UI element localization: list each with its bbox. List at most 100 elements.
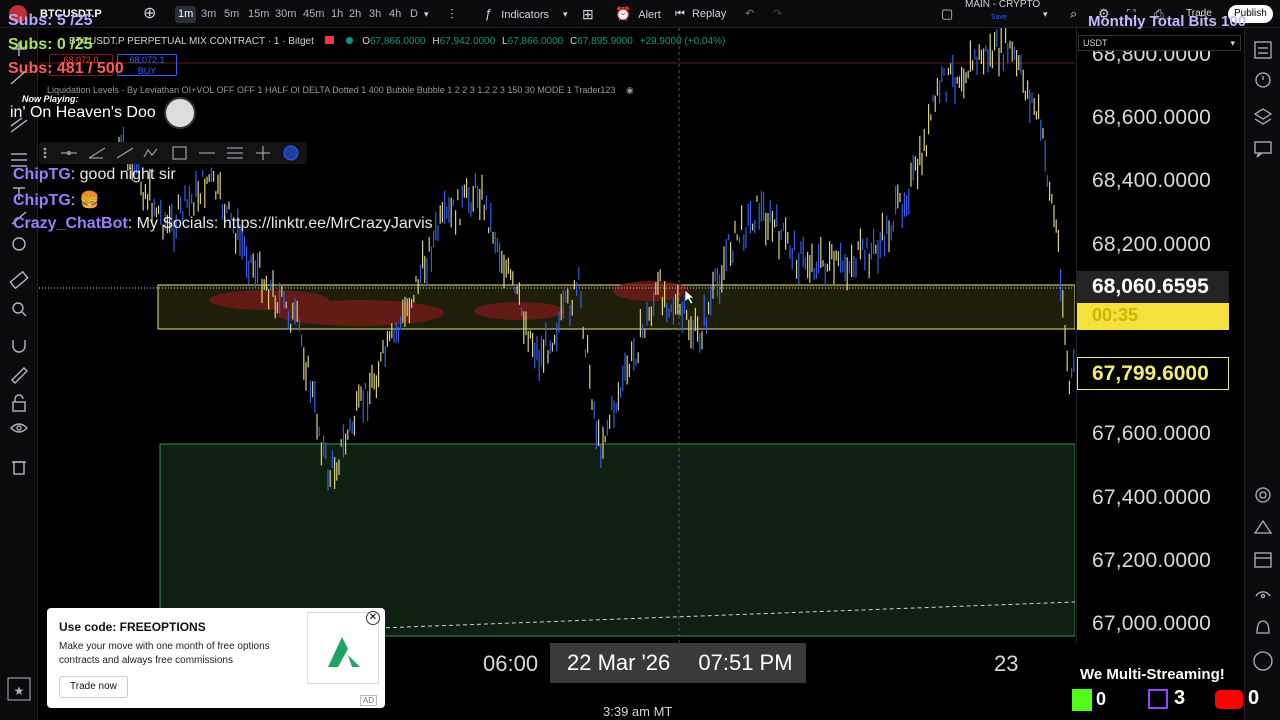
flag-icon (324, 36, 334, 44)
drag-handle-icon[interactable] (43, 147, 47, 159)
subs-counter-2: Subs: 0 /25 (8, 36, 93, 53)
market-status-dot (346, 37, 354, 44)
emoji-icon[interactable] (12, 237, 26, 251)
zoom-in-icon[interactable] (12, 302, 27, 317)
timeframe-2h[interactable]: 2h (346, 6, 364, 23)
watchlist-icon[interactable] (1254, 41, 1272, 59)
time-label-23: 23 (994, 651, 1019, 676)
timeframe-15m[interactable]: 15m (245, 6, 272, 23)
chat-message: ChipTG: good night sir (13, 166, 176, 184)
indicator-templates-icon[interactable]: ▾ (563, 0, 568, 28)
undo-icon[interactable]: ↶ (745, 0, 754, 28)
timeframe-dropdown-icon[interactable]: ▾ (424, 0, 429, 28)
apps-grid-icon[interactable] (1253, 651, 1273, 671)
ad-cta-button[interactable]: Trade now (59, 676, 128, 698)
timeframe-1m[interactable]: 1m (175, 6, 197, 23)
ad-badge: AD (359, 695, 377, 706)
calendar-icon[interactable] (1254, 552, 1272, 568)
buy-price: 68,072.1 (129, 55, 165, 65)
chat-username: ChipTG (13, 192, 71, 209)
multistream-label: We Multi-Streaming! (1080, 666, 1225, 683)
twitch-icon (1148, 689, 1168, 709)
timeframe-30m[interactable]: 30m (272, 6, 299, 23)
fib-retracement-icon[interactable] (11, 153, 27, 167)
chat-text: : 🍔 (70, 192, 100, 209)
price-tick-label: 68,400.0000 (1092, 169, 1211, 193)
stay-drawing-icon[interactable] (11, 367, 28, 384)
add-symbol-icon[interactable]: ⊕ (143, 0, 156, 28)
layout-toggle-icon[interactable]: ▢ (941, 0, 953, 28)
lock-drawings-icon[interactable] (12, 394, 26, 412)
timeframe-5m[interactable]: 5m (221, 6, 242, 23)
alerts-clock-icon[interactable] (1255, 72, 1271, 88)
timeframe-1h[interactable]: 1h (328, 6, 346, 23)
quick-search-icon[interactable]: ⌕ (1070, 0, 1077, 28)
layouts-grid-icon[interactable]: ⊞ (582, 0, 594, 28)
alert-button[interactable]: ⏰ Alert (615, 0, 661, 28)
layout-dropdown-icon[interactable]: ▾ (1043, 0, 1048, 28)
contract-title[interactable]: BTCUSDT.P PERPETUAL MIX CONTRACT · 1 · B… (69, 36, 314, 47)
drawing-toolbar: ★ (0, 28, 38, 720)
indicators-label: Indicators (501, 9, 549, 21)
buy-button[interactable]: 68,072.1 BUY (117, 54, 177, 76)
timeframe-3m[interactable]: 3m (198, 6, 219, 23)
ad-title: Use code: FREEOPTIONS (59, 620, 206, 634)
ohlc-close: 67,895.9000 (577, 36, 633, 47)
price-scale[interactable]: 68,800.0000 68,600.0000 68,400.0000 68,200.… (1076, 28, 1243, 643)
ad-close-icon[interactable]: ✕ (366, 611, 380, 625)
timeframe-4h[interactable]: 4h (386, 6, 404, 23)
timeframe-D[interactable]: D (407, 6, 421, 23)
chat-icon[interactable] (1254, 141, 1272, 158)
ohlc-open: 67,866.0000 (370, 36, 426, 47)
crosshair-date: 22 Mar '26 (567, 650, 671, 675)
ruler-icon[interactable] (9, 270, 29, 290)
trash-icon[interactable] (12, 461, 26, 475)
price-tick-label: 67,000.0000 (1092, 612, 1211, 635)
youtube-count: 0 (1248, 687, 1260, 709)
kick-icon (1072, 689, 1092, 711)
rectangle-tool-icon[interactable] (172, 146, 187, 160)
chat-text: : good night sir (70, 166, 176, 183)
bottom-clock[interactable]: 3:39 am MT (603, 704, 672, 719)
indicators-button[interactable]: ƒ Indicators (485, 0, 549, 28)
currency-select[interactable]: USDT ▾ (1078, 35, 1241, 51)
horizontal-line-tool-icon[interactable] (61, 150, 77, 156)
target-icon[interactable] (1255, 487, 1271, 503)
indicators-icon: ƒ (485, 6, 493, 21)
object-tree-icon[interactable]: ★ (7, 677, 31, 701)
price-tick-label: 68,600.0000 (1092, 106, 1211, 130)
currency-value: USDT (1083, 38, 1108, 48)
replay-button[interactable]: ⏮ Replay (675, 0, 726, 28)
timeframe-45m[interactable]: 45m (300, 6, 327, 23)
crosshair-tool-icon[interactable] (256, 146, 270, 160)
candle-countdown: 00:35 (1077, 303, 1229, 330)
chat-text: : My Socials: https://linktr.ee/MrCrazyJ… (127, 215, 433, 232)
chat-username: ChipTG (13, 166, 71, 183)
fib-tool-icon[interactable] (227, 147, 243, 159)
chat-message: Crazy_ChatBot: My Socials: https://linkt… (13, 215, 433, 233)
price-chart (39, 28, 1075, 643)
indicator-visibility-eye-icon[interactable]: ◉ (626, 85, 634, 95)
sync-tool-icon[interactable] (283, 145, 299, 161)
triangle-icon[interactable] (1253, 519, 1273, 534)
hide-drawings-eye-icon[interactable] (10, 423, 28, 433)
ray-tool-icon[interactable] (116, 147, 134, 159)
layers-icon[interactable] (1253, 108, 1273, 125)
subs-counter-3: Subs: 481 / 500 (8, 60, 124, 77)
crosshair-price-label: 67,799.6000 (1077, 357, 1229, 390)
ad-body: Make your move with one month of free op… (59, 641, 270, 666)
ohlc-change: +29.9000 (+0.04%) (639, 36, 726, 47)
subs-counter-1: Subs: 5 /25 (8, 12, 93, 29)
bits-goal: Monthly Total Bits 100 (1088, 13, 1247, 30)
timeframe-3h[interactable]: 3h (366, 6, 384, 23)
redo-icon[interactable]: ↷ (773, 0, 782, 28)
signal-icon[interactable] (1255, 591, 1271, 599)
trend-angle-tool-icon[interactable] (88, 147, 106, 159)
candle-type-icon[interactable]: ⫶ (450, 0, 454, 28)
chart-pane[interactable]: BTCUSDT.P PERPETUAL MIX CONTRACT · 1 · B… (39, 28, 1075, 643)
bell-icon[interactable] (1256, 620, 1270, 634)
indicator-legend[interactable]: Liquidation Levels - By Leviathan OI+VOL… (47, 85, 634, 96)
path-tool-icon[interactable] (143, 148, 158, 158)
magnet-icon[interactable] (12, 340, 26, 353)
chat-message: ChipTG: 🍔 (13, 190, 100, 210)
